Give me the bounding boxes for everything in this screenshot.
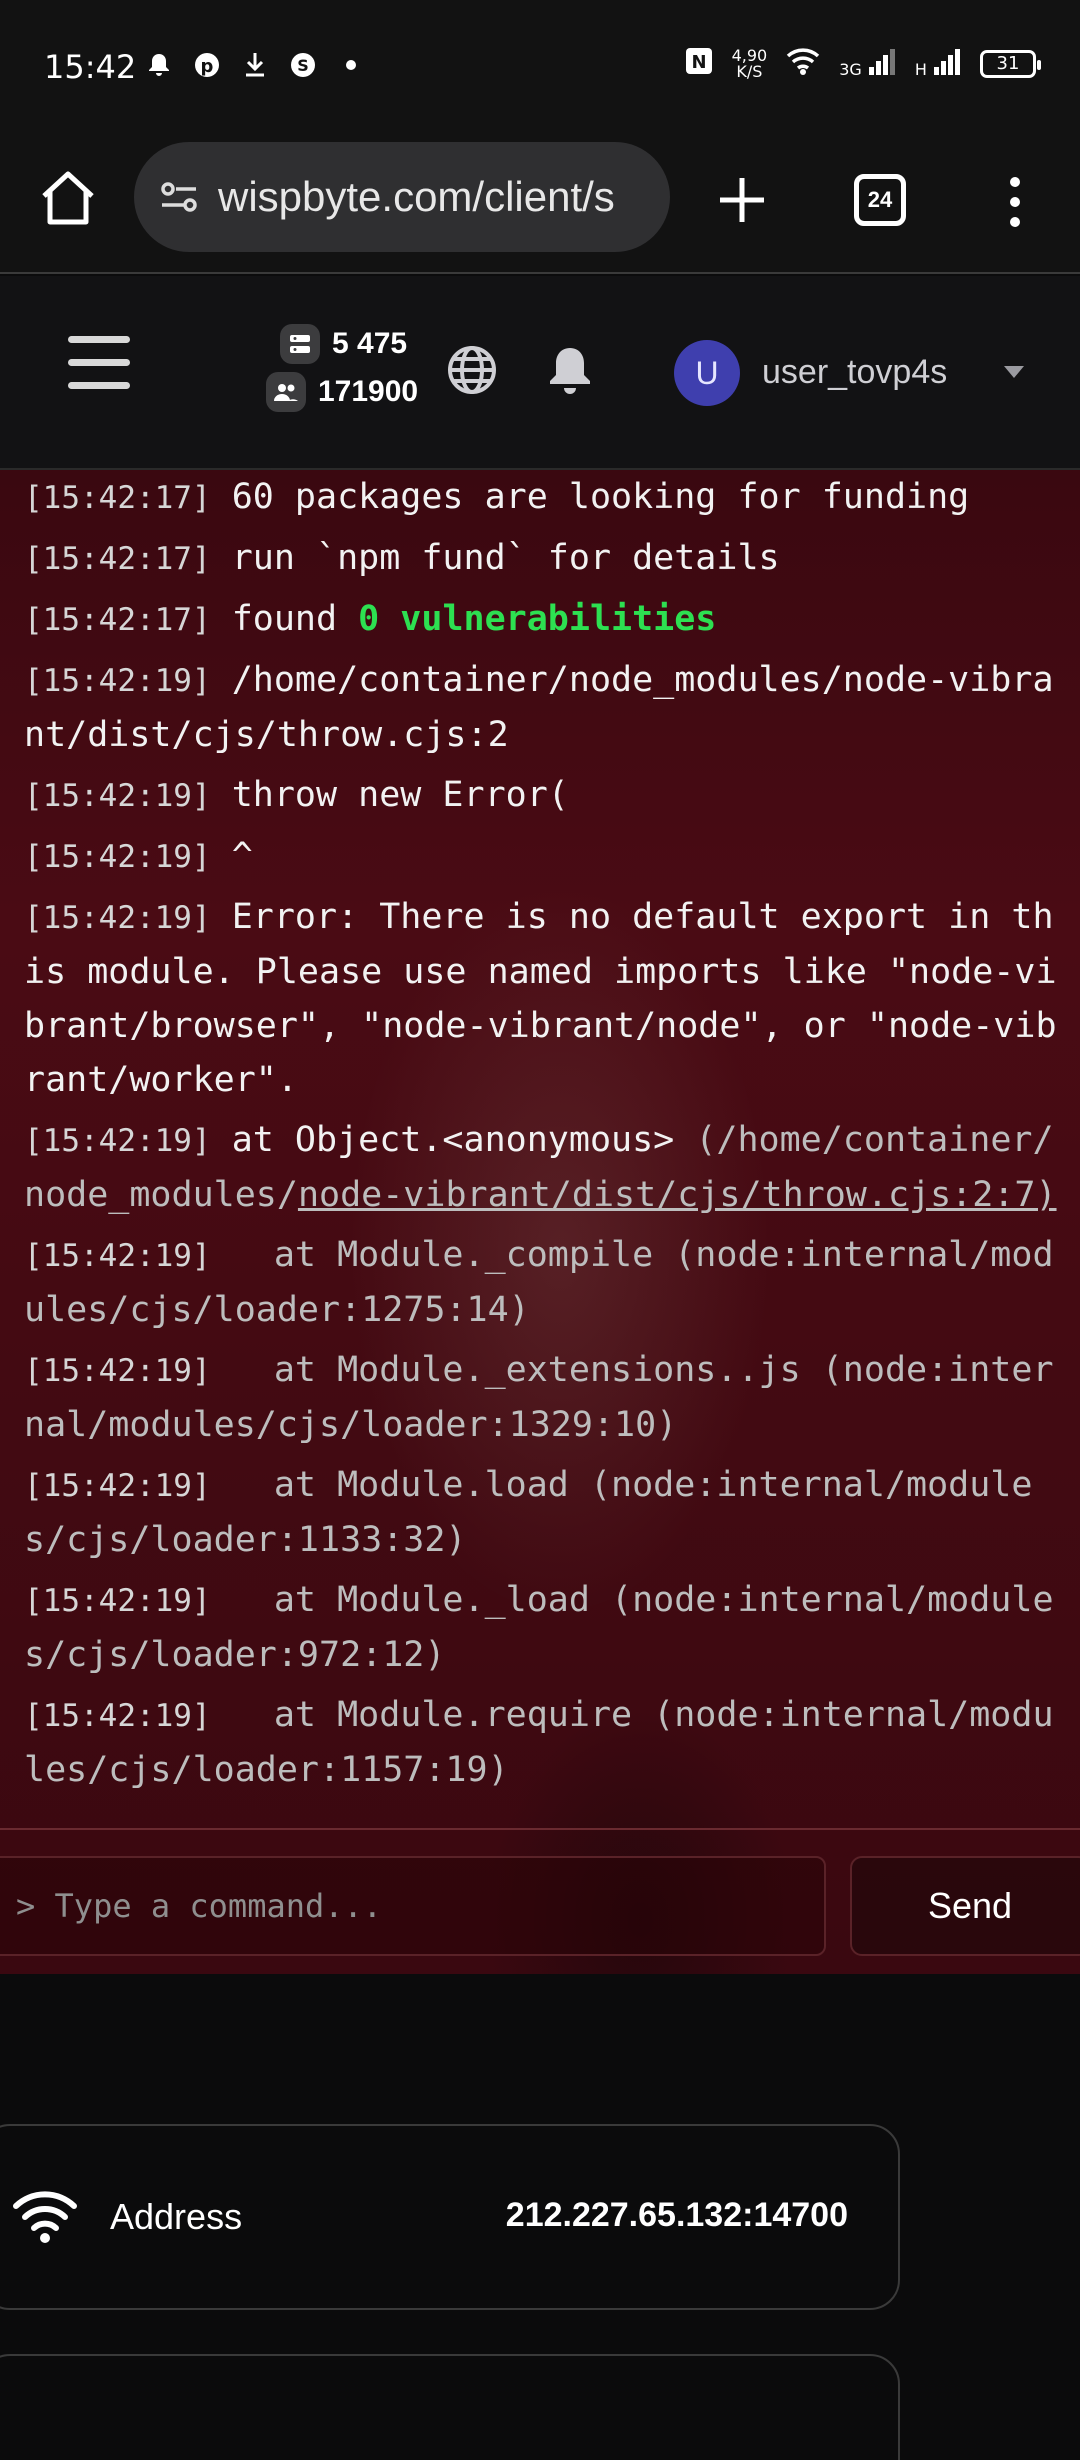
svg-text:N: N: [691, 52, 706, 73]
address-label: Address: [110, 2196, 243, 2237]
console-line: [15:42:19] at Object.<anonymous> (/home/…: [24, 1113, 1064, 1222]
plus-icon: [720, 178, 764, 222]
menu-toggle-button[interactable]: [68, 336, 130, 390]
username[interactable]: user_tovp4s: [762, 353, 947, 392]
console-text: 60 packages are looking for funding: [231, 477, 970, 517]
notifications-button[interactable]: [546, 344, 594, 396]
signal-3g-icon: 3G: [839, 48, 897, 79]
address-value[interactable]: 212.227.65.132:14700: [506, 2196, 848, 2235]
console-line: [15:42:19] /home/container/node_modules/…: [24, 653, 1064, 762]
net-speed-unit: K/S: [736, 61, 763, 81]
server-icon: [280, 324, 320, 364]
console-line: [15:42:19] at Module._extensions..js (no…: [24, 1343, 1064, 1452]
console-highlight: 0 vulnerabilities: [358, 599, 717, 639]
console-text: ^: [231, 836, 253, 876]
svg-text:S: S: [297, 56, 309, 75]
home-button[interactable]: [36, 166, 100, 230]
status-bar: 15:42 p S N 4,90 K/S 3G H 31: [0, 0, 1080, 132]
hamburger-line: [68, 359, 130, 366]
svg-text:p: p: [201, 56, 214, 77]
server-console: [15:42:17] 60 packages are looking for f…: [0, 470, 1080, 1974]
console-timestamp: [15:42:17]: [24, 541, 211, 577]
bell-icon: [550, 348, 590, 394]
console-line: [15:42:19] ^: [24, 829, 1064, 884]
language-button[interactable]: [446, 344, 498, 396]
console-line: [15:42:17] 60 packages are looking for f…: [24, 470, 1064, 525]
info-card: [0, 2354, 900, 2460]
download-icon: [240, 50, 270, 80]
console-text: throw new Error(: [231, 775, 569, 815]
servers-count: 5 475: [332, 327, 408, 360]
console-timestamp: [15:42:19]: [24, 900, 211, 936]
console-timestamp: [15:42:19]: [24, 1468, 211, 1504]
new-tab-button[interactable]: [712, 170, 772, 230]
home-icon: [42, 171, 94, 225]
console-line: [15:42:19] at Module._load (node:interna…: [24, 1573, 1064, 1682]
console-line: [15:42:19] throw new Error(: [24, 768, 1064, 823]
app-header: 5 475 171900 U user_tovp4s: [0, 276, 1080, 470]
console-timestamp: [15:42:19]: [24, 839, 211, 875]
console-file-link[interactable]: node-vibrant/dist/cjs/throw.cjs:2:7): [298, 1175, 1057, 1215]
console-timestamp: [15:42:19]: [24, 1583, 211, 1619]
hamburger-icon: [68, 336, 130, 343]
more-vertical-icon: [1010, 177, 1020, 227]
console-text: at Object.<anonymous>: [231, 1120, 675, 1160]
signal-h-icon: H: [914, 48, 962, 79]
wifi-icon: [13, 2191, 77, 2243]
system-icons: N 4,90 K/S 3G H 31: [684, 46, 1041, 81]
console-line: [15:42:17] found 0 vulnerabilities: [24, 592, 1064, 647]
console-text: found: [231, 599, 359, 639]
console-timestamp: [15:42:19]: [24, 1238, 211, 1274]
signal-h-label: H: [914, 59, 927, 79]
console-text: run `npm fund` for details: [231, 538, 780, 578]
users-icon: [266, 372, 306, 412]
console-line: [15:42:19] at Module._compile (node:inte…: [24, 1228, 1064, 1337]
servers-stat: 5 475: [280, 324, 407, 364]
console-timestamp: [15:42:19]: [24, 1123, 211, 1159]
send-button[interactable]: Send: [850, 1856, 1080, 1956]
site-settings-icon[interactable]: [156, 173, 204, 221]
command-input[interactable]: [0, 1856, 826, 1956]
globe-icon: [448, 346, 496, 394]
users-count: 171900: [318, 375, 419, 408]
users-stat: 171900: [266, 372, 418, 412]
url-text: wispbyte.com/client/s: [218, 173, 615, 220]
wifi-status-icon: [785, 46, 821, 81]
battery-icon: 31: [980, 49, 1041, 78]
address-bar[interactable]: wispbyte.com/client/s: [134, 142, 670, 252]
browser-menu-button[interactable]: [1000, 172, 1030, 232]
address-card: Address 212.227.65.132:14700: [0, 2124, 900, 2310]
console-line: [15:42:19] Error: There is no default ex…: [24, 890, 1064, 1107]
command-bar: Send: [0, 1828, 1080, 1974]
console-log: [15:42:17] 60 packages are looking for f…: [24, 470, 1064, 1803]
dot-icon: [336, 50, 366, 80]
console-line: [15:42:19] at Module.require (node:inter…: [24, 1688, 1064, 1797]
console-line: [15:42:17] run `npm fund` for details: [24, 531, 1064, 586]
console-timestamp: [15:42:17]: [24, 480, 211, 516]
console-timestamp: [15:42:19]: [24, 778, 211, 814]
tab-switcher-button[interactable]: 24: [854, 174, 906, 226]
console-timestamp: [15:42:19]: [24, 1698, 211, 1734]
pinterest-icon: p: [192, 50, 222, 80]
hamburger-line: [68, 382, 130, 389]
console-line: [15:42:19] at Module.load (node:internal…: [24, 1458, 1064, 1567]
shazam-icon: S: [288, 50, 318, 80]
console-timestamp: [15:42:19]: [24, 663, 211, 699]
signal-3g-label: 3G: [839, 59, 862, 79]
notification-icons: p S: [144, 50, 366, 80]
bell-notification-icon: [144, 50, 174, 80]
chevron-down-icon[interactable]: [1004, 366, 1024, 378]
avatar[interactable]: U: [674, 340, 740, 406]
network-speed: 4,90 K/S: [732, 47, 768, 81]
clock: 15:42: [44, 48, 137, 86]
browser-toolbar: wispbyte.com/client/s 24: [0, 132, 1080, 274]
console-timestamp: [15:42:17]: [24, 602, 211, 638]
console-timestamp: [15:42:19]: [24, 1353, 211, 1389]
nfc-icon: N: [684, 46, 714, 81]
